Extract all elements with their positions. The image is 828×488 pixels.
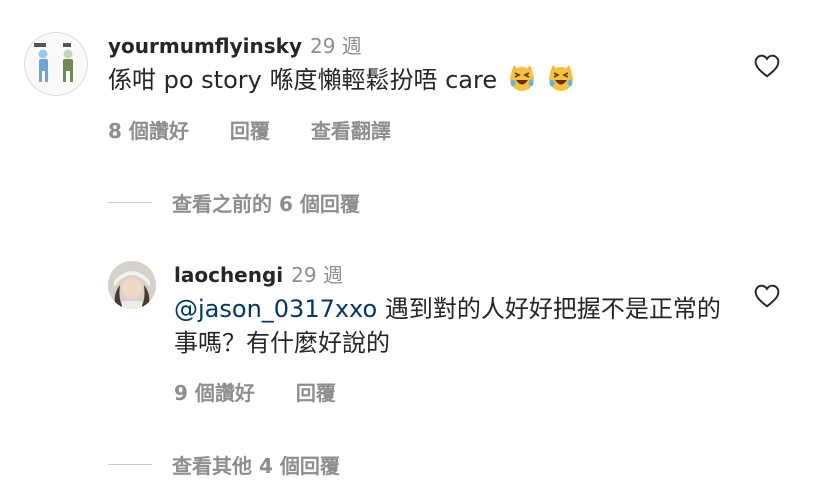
comment-time: 29 週: [310, 34, 362, 58]
divider: [108, 202, 152, 203]
mention-link[interactable]: @jason_0317xxo: [174, 295, 377, 323]
username[interactable]: laochengi: [174, 263, 283, 287]
view-other-replies-button[interactable]: 查看其他 4 個回覆: [108, 450, 340, 479]
comment-body: 係咁 po story 喺度懶輕鬆扮唔 care: [108, 66, 498, 94]
heart-outline-icon: [754, 284, 780, 308]
crying-laughing-cat-icon: [507, 63, 537, 93]
likes-count[interactable]: 9 個讚好: [174, 381, 255, 405]
view-previous-replies-label[interactable]: 查看之前的 6 個回覆: [172, 188, 360, 217]
heart-outline-icon: [754, 54, 780, 78]
username[interactable]: yourmumflyinsky: [108, 34, 302, 58]
comment-text: @jason_0317xxo 遇到對的人好好把握不是正常的事嗎？有什麼好說的: [174, 292, 734, 360]
comment-actions: 9 個讚好 回覆: [174, 377, 370, 406]
view-other-replies-label[interactable]: 查看其他 4 個回覆: [172, 450, 340, 479]
comment-text: 係咁 po story 喺度懶輕鬆扮唔 care: [108, 63, 576, 97]
comment-author[interactable]: yourmumflyinsky 29 週: [108, 30, 362, 59]
avatar[interactable]: [108, 261, 156, 309]
see-translation-button[interactable]: 查看翻譯: [311, 119, 391, 143]
view-previous-replies-button[interactable]: 查看之前的 6 個回覆: [108, 188, 360, 217]
crying-laughing-cat-icon: [546, 63, 576, 93]
likes-count[interactable]: 8 個讚好: [108, 119, 189, 143]
comment-actions: 8 個讚好 回覆 查看翻譯: [108, 115, 425, 144]
comment-time: 29 週: [291, 263, 343, 287]
reply-button[interactable]: 回覆: [230, 119, 270, 143]
divider: [108, 464, 152, 465]
like-button[interactable]: [754, 284, 780, 312]
reply-button[interactable]: 回覆: [296, 381, 336, 405]
avatar[interactable]: [24, 32, 88, 96]
like-button[interactable]: [754, 54, 780, 82]
comment-author[interactable]: laochengi 29 週: [174, 259, 343, 288]
